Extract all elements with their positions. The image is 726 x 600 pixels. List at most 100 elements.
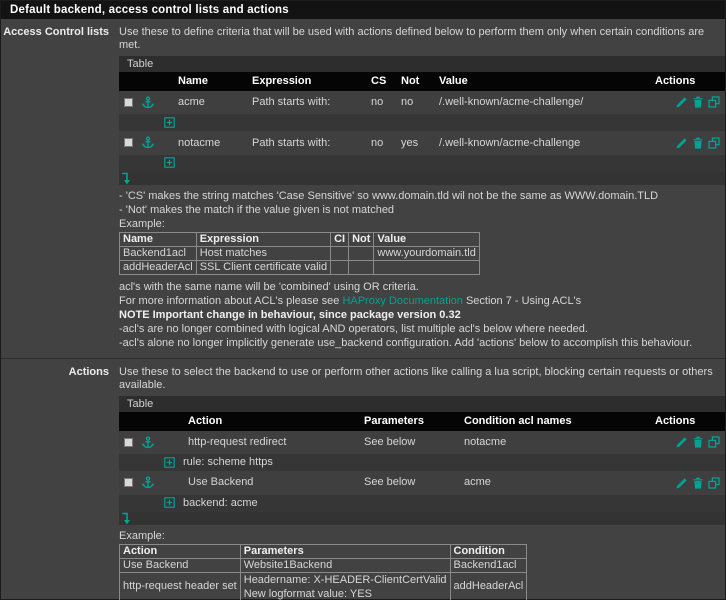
- anchor-drag-icon[interactable]: [142, 436, 154, 449]
- actions-table-panel-title: Table: [119, 396, 725, 412]
- acl-note-info: For more information about ACL's please …: [119, 295, 725, 308]
- action-row-use-backend: Use Backend See below acme: [119, 471, 725, 494]
- actions-description: Use these to select the backend to use o…: [119, 366, 725, 392]
- actions-ex-cell: addHeaderAcl: [450, 572, 527, 600]
- copy-icon[interactable]: [708, 436, 720, 448]
- actions-label: Actions: [1, 359, 119, 600]
- acl-ex-col: CI: [331, 232, 349, 246]
- acl-col-actions: Actions: [650, 72, 725, 91]
- acl-ex-cell: [331, 246, 349, 260]
- delete-icon[interactable]: [692, 137, 704, 149]
- edit-icon[interactable]: [676, 436, 688, 448]
- action-row-redirect: http-request redirect See below notacme: [119, 431, 725, 454]
- acl-ex-cell: addHeaderAcl: [120, 260, 197, 274]
- acl-col-expression: Expression: [247, 72, 366, 91]
- anchor-drag-icon[interactable]: [142, 136, 154, 149]
- acl-add-row: [119, 114, 725, 131]
- actions-notes: Example: Action Parameters Condition Use…: [119, 530, 725, 600]
- acl-ex-cell: www.yourdomain.tld: [374, 246, 479, 260]
- action-cell-condition: acme: [459, 471, 650, 494]
- acl-cell-value: /.well-known/acme-challenge: [434, 131, 650, 154]
- actions-col-condition: Condition acl names: [459, 412, 650, 431]
- expand-detail-icon[interactable]: [164, 497, 175, 508]
- acl-table-panel: Table Name Expression CS Not: [119, 56, 725, 185]
- expand-detail-icon[interactable]: [164, 457, 175, 468]
- copy-icon[interactable]: [708, 477, 720, 489]
- acl-col-value: Value: [434, 72, 650, 91]
- page-title: Default backend, access control lists an…: [1, 1, 725, 19]
- action-cell-action: Use Backend: [183, 471, 359, 494]
- actions-example-label: Example:: [119, 530, 725, 543]
- action-cell-action: http-request redirect: [183, 431, 359, 454]
- action-cell-condition: notacme: [459, 431, 650, 454]
- action-cell-parameters: See below: [359, 471, 459, 494]
- acl-ex-cell: [331, 260, 349, 274]
- acl-col-cs: CS: [366, 72, 396, 91]
- edit-icon[interactable]: [676, 96, 688, 108]
- delete-icon[interactable]: [692, 477, 704, 489]
- acl-ex-col: Not: [349, 232, 374, 246]
- acl-note-combined: acl's with the same name will be 'combin…: [119, 281, 725, 294]
- acl-ex-cell: [349, 246, 374, 260]
- add-row-icon[interactable]: [164, 157, 175, 168]
- actions-ex-cell: Backend1acl: [450, 558, 527, 572]
- actions-col-actions: Actions: [650, 412, 725, 431]
- acl-ex-col: Name: [120, 232, 197, 246]
- action-row-checkbox[interactable]: [124, 478, 133, 487]
- delete-icon[interactable]: [692, 96, 704, 108]
- copy-icon[interactable]: [708, 96, 720, 108]
- acl-table: Name Expression CS Not Value Actions a: [119, 72, 725, 172]
- acl-row-checkbox[interactable]: [124, 98, 133, 107]
- add-row-icon[interactable]: [164, 117, 175, 128]
- acl-example-label: Example:: [119, 218, 725, 231]
- action-detail-text: backend: acme: [183, 497, 258, 509]
- acl-cell-cs: no: [366, 131, 396, 154]
- acl-table-panel-title: Table: [119, 56, 725, 72]
- acl-add-row: [119, 155, 725, 172]
- acl-cell-expression: Path starts with:: [247, 91, 366, 114]
- acl-cell-not: yes: [396, 131, 434, 154]
- acl-ex-cell: SSL Client certificate valid: [196, 260, 330, 274]
- acl-notes: - 'CS' makes the string matches 'Case Se…: [119, 190, 725, 350]
- action-row-checkbox[interactable]: [124, 438, 133, 447]
- acl-note-v1: -acl's are no longer combined with logic…: [119, 323, 725, 336]
- actions-ex-col: Parameters: [240, 544, 450, 558]
- actions-col-parameters: Parameters: [359, 412, 459, 431]
- action-detail-text: rule: scheme https: [183, 456, 273, 468]
- actions-ex-cell: Headername: X-HEADER-ClientCertValidNew …: [240, 572, 450, 600]
- acl-note-info-post: Section 7 - Using ACL's: [463, 295, 581, 307]
- action-detail-row: rule: scheme https: [119, 454, 725, 471]
- anchor-drag-icon[interactable]: [142, 96, 154, 109]
- acl-row-acme: acme Path starts with: no no /.well-know…: [119, 91, 725, 114]
- action-detail-row: backend: acme: [119, 495, 725, 512]
- acl-cell-value: /.well-known/acme-challenge/: [434, 91, 650, 114]
- section-access-control-lists: Access Control lists Use these to define…: [1, 19, 725, 359]
- actions-ex-col: Condition: [450, 544, 527, 558]
- move-selected-down-icon[interactable]: [121, 172, 131, 185]
- anchor-drag-icon[interactable]: [142, 476, 154, 489]
- acl-col-not: Not: [396, 72, 434, 91]
- haproxy-documentation-link[interactable]: HAProxy Documentation: [342, 295, 462, 307]
- edit-icon[interactable]: [676, 477, 688, 489]
- acl-example-table: Name Expression CI Not Value Backend1acl…: [119, 232, 480, 275]
- acl-col-name: Name: [173, 72, 247, 91]
- acl-cell-name: notacme: [173, 131, 247, 154]
- acl-ex-col: Expression: [196, 232, 330, 246]
- acl-note-v2: -acl's alone no longer implicitly genera…: [119, 337, 725, 350]
- acl-ex-cell: Host matches: [196, 246, 330, 260]
- action-cell-parameters: See below: [359, 431, 459, 454]
- acl-note-cs: - 'CS' makes the string matches 'Case Se…: [119, 190, 725, 203]
- acl-ex-col: Value: [374, 232, 479, 246]
- haproxy-frontend-panel: Default backend, access control lists an…: [0, 0, 726, 600]
- actions-ex-cell: Website1Backend: [240, 558, 450, 572]
- actions-example-table: Action Parameters Condition Use Backend …: [119, 544, 527, 600]
- acl-row-checkbox[interactable]: [124, 138, 133, 147]
- edit-icon[interactable]: [676, 137, 688, 149]
- move-selected-down-icon[interactable]: [121, 512, 131, 525]
- section-actions: Actions Use these to select the backend …: [1, 359, 725, 600]
- acl-cell-not: no: [396, 91, 434, 114]
- copy-icon[interactable]: [708, 137, 720, 149]
- acl-row-notacme: notacme Path starts with: no yes /.well-…: [119, 131, 725, 154]
- actions-col-action: Action: [183, 412, 359, 431]
- delete-icon[interactable]: [692, 436, 704, 448]
